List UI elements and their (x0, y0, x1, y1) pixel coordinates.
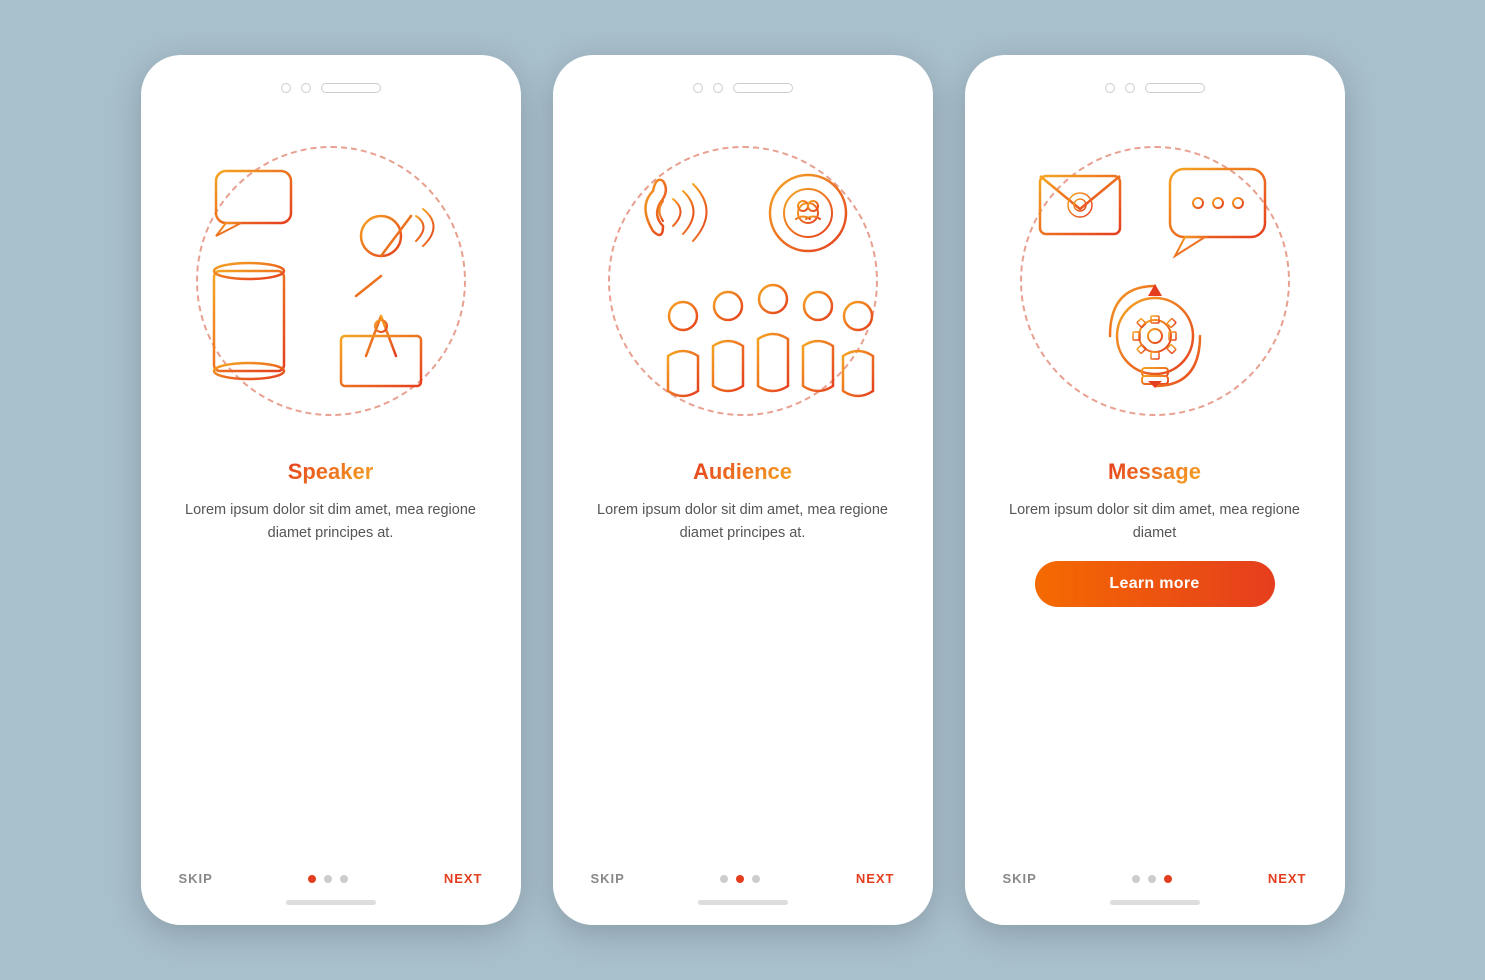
phone-card-message: Message Lorem ipsum dolor sit dim amet, … (965, 55, 1345, 925)
message-next[interactable]: NEXT (1268, 871, 1307, 886)
message-bottom-nav: SKIP NEXT (993, 871, 1317, 886)
phone-top-bar-3 (993, 83, 1317, 93)
audience-illustration (581, 111, 905, 451)
screens-container: Speaker Lorem ipsum dolor sit dim amet, … (141, 55, 1345, 925)
dot-5 (736, 875, 744, 883)
phone-circle-2 (301, 83, 311, 93)
phone-circle-5 (1105, 83, 1115, 93)
phone-card-audience: Audience Lorem ipsum dolor sit dim amet,… (553, 55, 933, 925)
message-title: Message (1108, 459, 1201, 485)
speaker-handle (286, 900, 376, 905)
dot-7 (1132, 875, 1140, 883)
message-handle (1110, 900, 1200, 905)
phone-circle-4 (713, 83, 723, 93)
speaker-skip[interactable]: SKIP (179, 871, 213, 886)
dot-8 (1148, 875, 1156, 883)
phone-top-bar-2 (581, 83, 905, 93)
audience-skip[interactable]: SKIP (591, 871, 625, 886)
message-body: Lorem ipsum dolor sit dim amet, mea regi… (993, 499, 1317, 545)
dot-6 (752, 875, 760, 883)
speaker-illustration (169, 111, 493, 451)
phone-pill-2 (733, 83, 793, 93)
phone-pill-1 (321, 83, 381, 93)
dot-2 (324, 875, 332, 883)
message-dots (1132, 875, 1172, 883)
audience-body: Lorem ipsum dolor sit dim amet, mea regi… (581, 499, 905, 545)
phone-card-speaker: Speaker Lorem ipsum dolor sit dim amet, … (141, 55, 521, 925)
speaker-bottom-nav: SKIP NEXT (169, 871, 493, 886)
audience-bottom-nav: SKIP NEXT (581, 871, 905, 886)
speaker-next[interactable]: NEXT (444, 871, 483, 886)
speaker-body: Lorem ipsum dolor sit dim amet, mea regi… (169, 499, 493, 545)
message-skip[interactable]: SKIP (1003, 871, 1037, 886)
audience-handle (698, 900, 788, 905)
audience-next[interactable]: NEXT (856, 871, 895, 886)
phone-circle-6 (1125, 83, 1135, 93)
speaker-svg (196, 141, 466, 421)
speaker-title: Speaker (288, 459, 374, 485)
dot-3 (340, 875, 348, 883)
dot-4 (720, 875, 728, 883)
dot-1 (308, 875, 316, 883)
message-svg (1020, 141, 1290, 421)
audience-title: Audience (693, 459, 792, 485)
dot-9 (1164, 875, 1172, 883)
learn-more-button[interactable]: Learn more (1035, 561, 1275, 607)
phone-circle-3 (693, 83, 703, 93)
audience-dots (720, 875, 760, 883)
audience-svg (608, 141, 878, 421)
phone-circle-1 (281, 83, 291, 93)
message-illustration (993, 111, 1317, 451)
phone-top-bar-1 (169, 83, 493, 93)
phone-pill-3 (1145, 83, 1205, 93)
speaker-dots (308, 875, 348, 883)
